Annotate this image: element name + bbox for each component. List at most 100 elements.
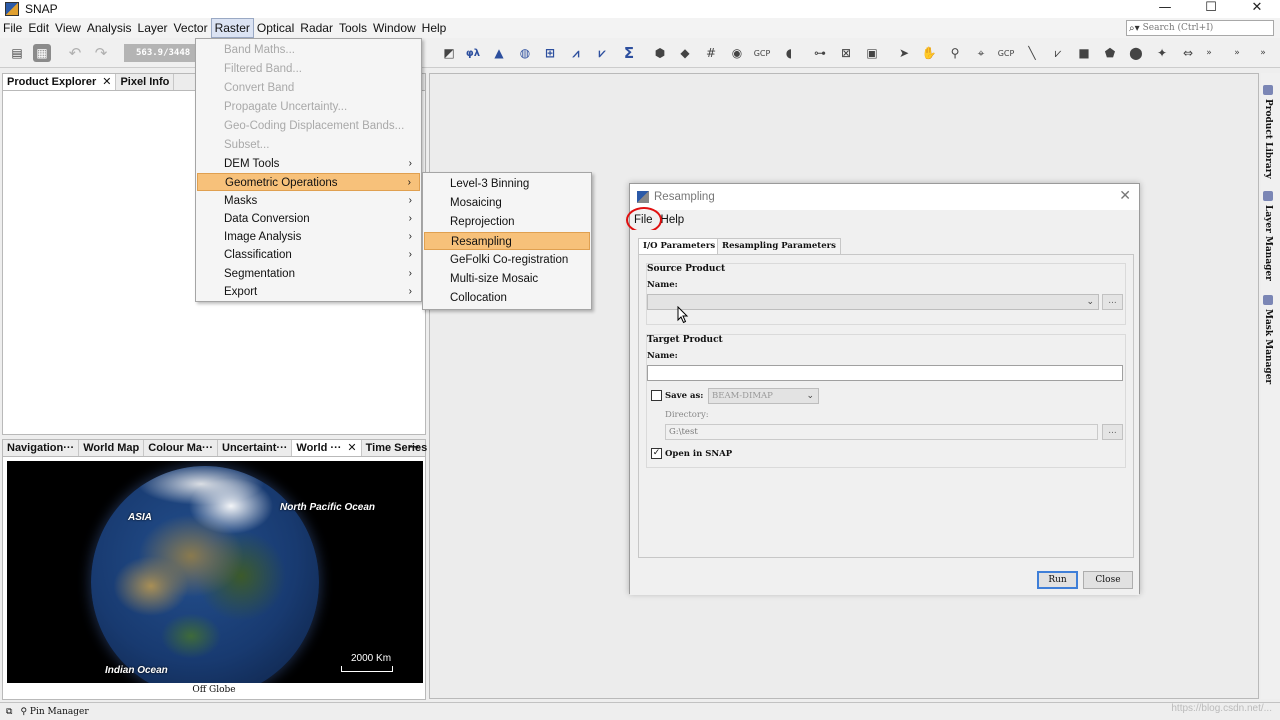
menu-help[interactable]: Help <box>419 18 450 38</box>
world-view-canvas[interactable]: ASIA North Pacific Ocean Indian Ocean 20… <box>7 461 423 683</box>
globe-tool-icon[interactable]: ◍ <box>516 44 534 62</box>
tab-colour-manipulation[interactable]: Colour Ma··· <box>144 440 219 456</box>
dialog-titlebar[interactable]: Resampling ✕ <box>630 184 1139 210</box>
menu-item-image-analysis[interactable]: Image Analysis › <box>197 228 420 246</box>
menu-view[interactable]: View <box>52 18 84 38</box>
menu-item-segmentation[interactable]: Segmentation › <box>197 265 420 283</box>
save-as-checkbox[interactable] <box>651 390 662 401</box>
dialog-menu-file[interactable]: File <box>626 207 662 233</box>
tab-navigation[interactable]: Navigation··· <box>3 440 80 456</box>
menu-item-convert-band[interactable]: Convert Band <box>197 79 420 97</box>
restore-window-icon[interactable]: ⧉ <box>6 707 12 717</box>
zoom-tool-icon[interactable]: ⚲ <box>946 44 964 62</box>
source-browse-button[interactable]: ... <box>1102 294 1123 310</box>
histogram-icon[interactable]: ▲ <box>490 44 508 62</box>
menu-item-masks[interactable]: Masks › <box>197 192 420 210</box>
submenu-item-reprojection[interactable]: Reprojection <box>424 213 590 231</box>
pin-tool-icon[interactable]: ◉ <box>728 44 746 62</box>
profile-plot-icon[interactable]: ⩘ <box>567 44 585 62</box>
pin-placing-icon[interactable]: ⌖ <box>972 44 990 62</box>
toolbar-overflow-icon-2[interactable]: » <box>1228 44 1246 62</box>
menu-item-band-maths[interactable]: Band Maths... <box>197 41 420 59</box>
menu-raster[interactable]: Raster <box>210 18 254 38</box>
menu-item-dem-tools[interactable]: DEM Tools › <box>197 155 420 173</box>
tab-world-map[interactable]: World Map <box>79 440 145 456</box>
tab-product-explorer[interactable]: Product Explorer ✕ <box>3 74 117 90</box>
submenu-item-collocation[interactable]: Collocation <box>424 289 590 307</box>
run-button[interactable]: Run <box>1037 571 1078 589</box>
pan-tool-icon[interactable]: ✋ <box>920 44 938 62</box>
polygon-draw-icon[interactable]: ⬟ <box>1101 44 1119 62</box>
menu-file[interactable]: File <box>0 18 25 38</box>
menu-item-geo-coding-displacement[interactable]: Geo-Coding Displacement Bands... <box>197 117 420 135</box>
tab-resampling-parameters[interactable]: Resampling Parameters <box>717 238 841 254</box>
tab-io-parameters[interactable]: I/O Parameters <box>638 238 721 255</box>
menu-optical[interactable]: Optical <box>254 18 297 38</box>
directory-browse-button[interactable]: ... <box>1102 424 1123 440</box>
menu-item-subset[interactable]: Subset... <box>197 136 420 154</box>
submenu-item-gefolki[interactable]: GeFolki Co-registration <box>424 251 590 269</box>
menu-item-filtered-band[interactable]: Filtered Band... <box>197 60 420 78</box>
menu-item-propagate-uncertainty[interactable]: Propagate Uncertainty... <box>197 98 420 116</box>
source-product-select[interactable]: ⌄ <box>647 294 1099 310</box>
submenu-item-level3-binning[interactable]: Level-3 Binning <box>424 175 590 193</box>
menu-window[interactable]: Window <box>370 18 419 38</box>
menu-item-export[interactable]: Export › <box>197 283 420 301</box>
menu-vector[interactable]: Vector <box>171 18 211 38</box>
search-box[interactable]: ⌕▾ Search (Ctrl+I) <box>1126 20 1274 36</box>
submenu-item-mosaicing[interactable]: Mosaicing <box>424 194 590 212</box>
dialog-close-icon[interactable]: ✕ <box>1119 188 1131 204</box>
toolbar-overflow-icon-3[interactable]: » <box>1254 44 1272 62</box>
close-icon[interactable]: ✕ <box>347 440 356 456</box>
menu-tools[interactable]: Tools <box>336 18 370 38</box>
tab-product-library[interactable]: Product Library <box>1263 85 1273 179</box>
pin-manager-icon[interactable]: ⚲ <box>20 707 29 717</box>
band-tool-icon[interactable]: ◩ <box>440 44 458 62</box>
menu-radar[interactable]: Radar <box>297 18 336 38</box>
close-button[interactable]: Close <box>1083 571 1133 589</box>
correlative-plot-icon[interactable]: ⩗ <box>593 44 611 62</box>
submenu-item-resampling[interactable]: Resampling <box>424 232 590 250</box>
toolbar-overflow-icon[interactable]: » <box>1200 44 1218 62</box>
ellipse-draw-icon[interactable]: ⬤ <box>1127 44 1145 62</box>
menu-item-classification[interactable]: Classification › <box>197 246 420 264</box>
directory-input[interactable]: G:\test <box>665 424 1098 440</box>
menu-item-data-conversion[interactable]: Data Conversion › <box>197 210 420 228</box>
close-icon[interactable]: ✕ <box>102 74 111 90</box>
tab-mask-manager[interactable]: Mask Manager <box>1263 295 1273 384</box>
tab-world-view[interactable]: World ··· ✕ <box>292 440 362 456</box>
status-pin-manager[interactable]: Pin Manager <box>30 707 89 717</box>
maximize-button[interactable]: ☐ <box>1188 0 1234 18</box>
graph-builder-icon[interactable]: ⊶ <box>811 44 829 62</box>
close-button[interactable]: ✕ <box>1234 0 1280 18</box>
batch-processing-icon[interactable]: ⊠ <box>837 44 855 62</box>
magic-wand-icon[interactable]: ✦ <box>1153 44 1171 62</box>
tab-pixel-info[interactable]: Pixel Info <box>116 74 175 90</box>
line-draw-icon[interactable]: ╲ <box>1023 44 1041 62</box>
minimize-panel-icon[interactable]: — <box>408 440 419 453</box>
submenu-item-multi-size-mosaic[interactable]: Multi-size Mosaic <box>424 270 590 288</box>
select-tool-icon[interactable]: ➤ <box>895 44 913 62</box>
product-library-icon[interactable]: ▣ <box>863 44 881 62</box>
vector-tool-icon[interactable]: ◖ <box>780 44 798 62</box>
rectangle-draw-icon[interactable]: ■ <box>1075 44 1093 62</box>
tab-layer-manager[interactable]: Layer Manager <box>1263 191 1273 281</box>
grid-tool-icon[interactable]: # <box>702 44 720 62</box>
tab-time-series[interactable]: Time Series <box>362 440 433 456</box>
scatter-plot-icon[interactable]: ⊞ <box>541 44 559 62</box>
redo-icon[interactable]: ↷ <box>92 44 110 62</box>
menu-analysis[interactable]: Analysis <box>84 18 135 38</box>
statistics-icon[interactable]: Σ <box>620 44 638 62</box>
menu-edit[interactable]: Edit <box>25 18 52 38</box>
minimize-button[interactable]: — <box>1142 0 1188 18</box>
gcp-tool-icon[interactable]: GCP <box>753 44 771 62</box>
spectrum-icon[interactable]: φλ <box>464 44 482 62</box>
tab-uncertainty[interactable]: Uncertaint··· <box>218 440 293 456</box>
save-product-icon[interactable]: ▦ <box>33 44 51 62</box>
open-in-snap-checkbox[interactable]: ✓ <box>651 448 662 459</box>
polyline-draw-icon[interactable]: ⩗ <box>1049 44 1067 62</box>
menu-layer[interactable]: Layer <box>135 18 171 38</box>
open-product-icon[interactable]: ▤ <box>8 44 26 62</box>
range-finder-icon[interactable]: ⇔ <box>1179 44 1197 62</box>
target-name-input[interactable] <box>647 365 1123 381</box>
